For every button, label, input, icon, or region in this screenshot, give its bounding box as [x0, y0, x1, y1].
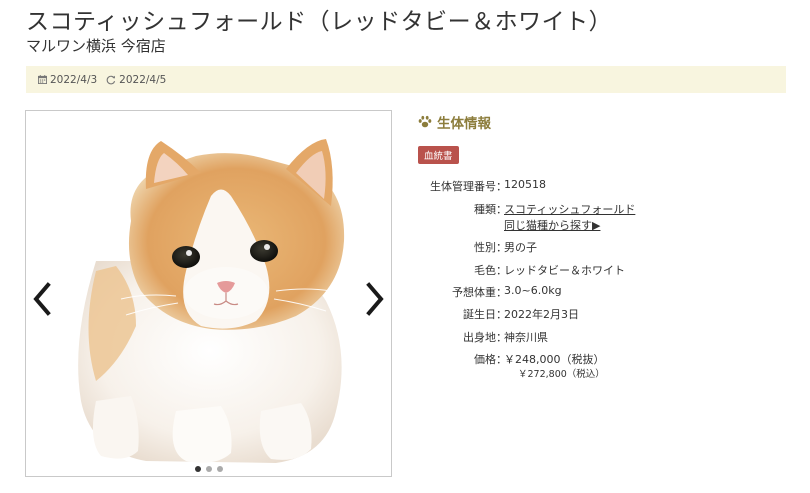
calendar-icon [38, 75, 47, 84]
info-label: 種類 [474, 203, 496, 216]
pedigree-badge[interactable]: 血統書 [418, 146, 459, 164]
info-label: 価格 [474, 353, 496, 366]
info-value: レッドタビー＆ホワイト [504, 264, 625, 277]
page-title: スコティッシュフォールド（レッドタビー＆ホワイト） [26, 9, 613, 35]
chevron-left-icon [33, 282, 51, 316]
same-breed-search-link[interactable]: 同じ猫種から探す▶ [504, 217, 635, 233]
info-row-birthday: 誕生日 ： 2022年2月3日 [418, 306, 579, 322]
info-value: 120518 [504, 178, 546, 191]
info-heading: 生体情報 [418, 112, 491, 132]
info-label: 性別 [474, 241, 496, 254]
info-label: 出身地 [463, 331, 496, 344]
info-label: 毛色 [474, 264, 496, 277]
store-name: マルワン横浜 今宿店 [26, 37, 166, 55]
info-row-origin: 出身地 ： 神奈川県 [418, 329, 548, 345]
refresh-icon [106, 75, 116, 84]
posted-date: 2022/4/3 [38, 74, 97, 86]
info-row-price: 価格 ： ￥248,000（税抜） [418, 351, 605, 367]
info-row-weight: 予想体重 ： 3.0~6.0kg [418, 284, 562, 300]
info-value: 神奈川県 [504, 331, 548, 344]
gallery-dot-3[interactable] [216, 466, 223, 472]
info-heading-text: 生体情報 [437, 116, 491, 132]
kitten-photo [78, 139, 345, 463]
info-row-breed: 種類 ： スコティッシュフォールド 同じ猫種から探す▶ [418, 201, 635, 233]
price-with-tax: ￥272,800（税込） [518, 369, 605, 380]
info-row-id: 生体管理番号 ： 120518 [418, 178, 546, 194]
gallery-dot-2[interactable] [205, 466, 212, 472]
info-label: 誕生日 [463, 308, 496, 321]
gallery-prev-arrow[interactable] [29, 279, 55, 319]
date-bar: 2022/4/3 2022/4/5 [26, 66, 786, 93]
chevron-right-icon [366, 282, 384, 316]
gallery-next-arrow[interactable] [362, 279, 388, 319]
updated-date-text: 2022/4/5 [119, 73, 167, 86]
gallery-pagination [26, 466, 391, 472]
paw-icon [418, 115, 432, 128]
info-value: 2022年2月3日 [504, 308, 579, 321]
posted-date-text: 2022/4/3 [50, 73, 98, 86]
info-row-color: 毛色 ： レッドタビー＆ホワイト [418, 262, 625, 278]
info-value: 男の子 [504, 241, 537, 254]
updated-date: 2022/4/5 [106, 74, 166, 86]
info-row-sex: 性別 ： 男の子 [418, 239, 537, 255]
info-value: 3.0~6.0kg [504, 284, 562, 297]
info-label: 予想体重 [452, 286, 496, 299]
photo-gallery[interactable] [25, 110, 392, 477]
gallery-dot-1[interactable] [194, 466, 201, 472]
price-value: ￥248,000（税抜） [504, 353, 605, 366]
info-label: 生体管理番号 [430, 180, 496, 193]
breed-link[interactable]: スコティッシュフォールド [504, 203, 635, 216]
